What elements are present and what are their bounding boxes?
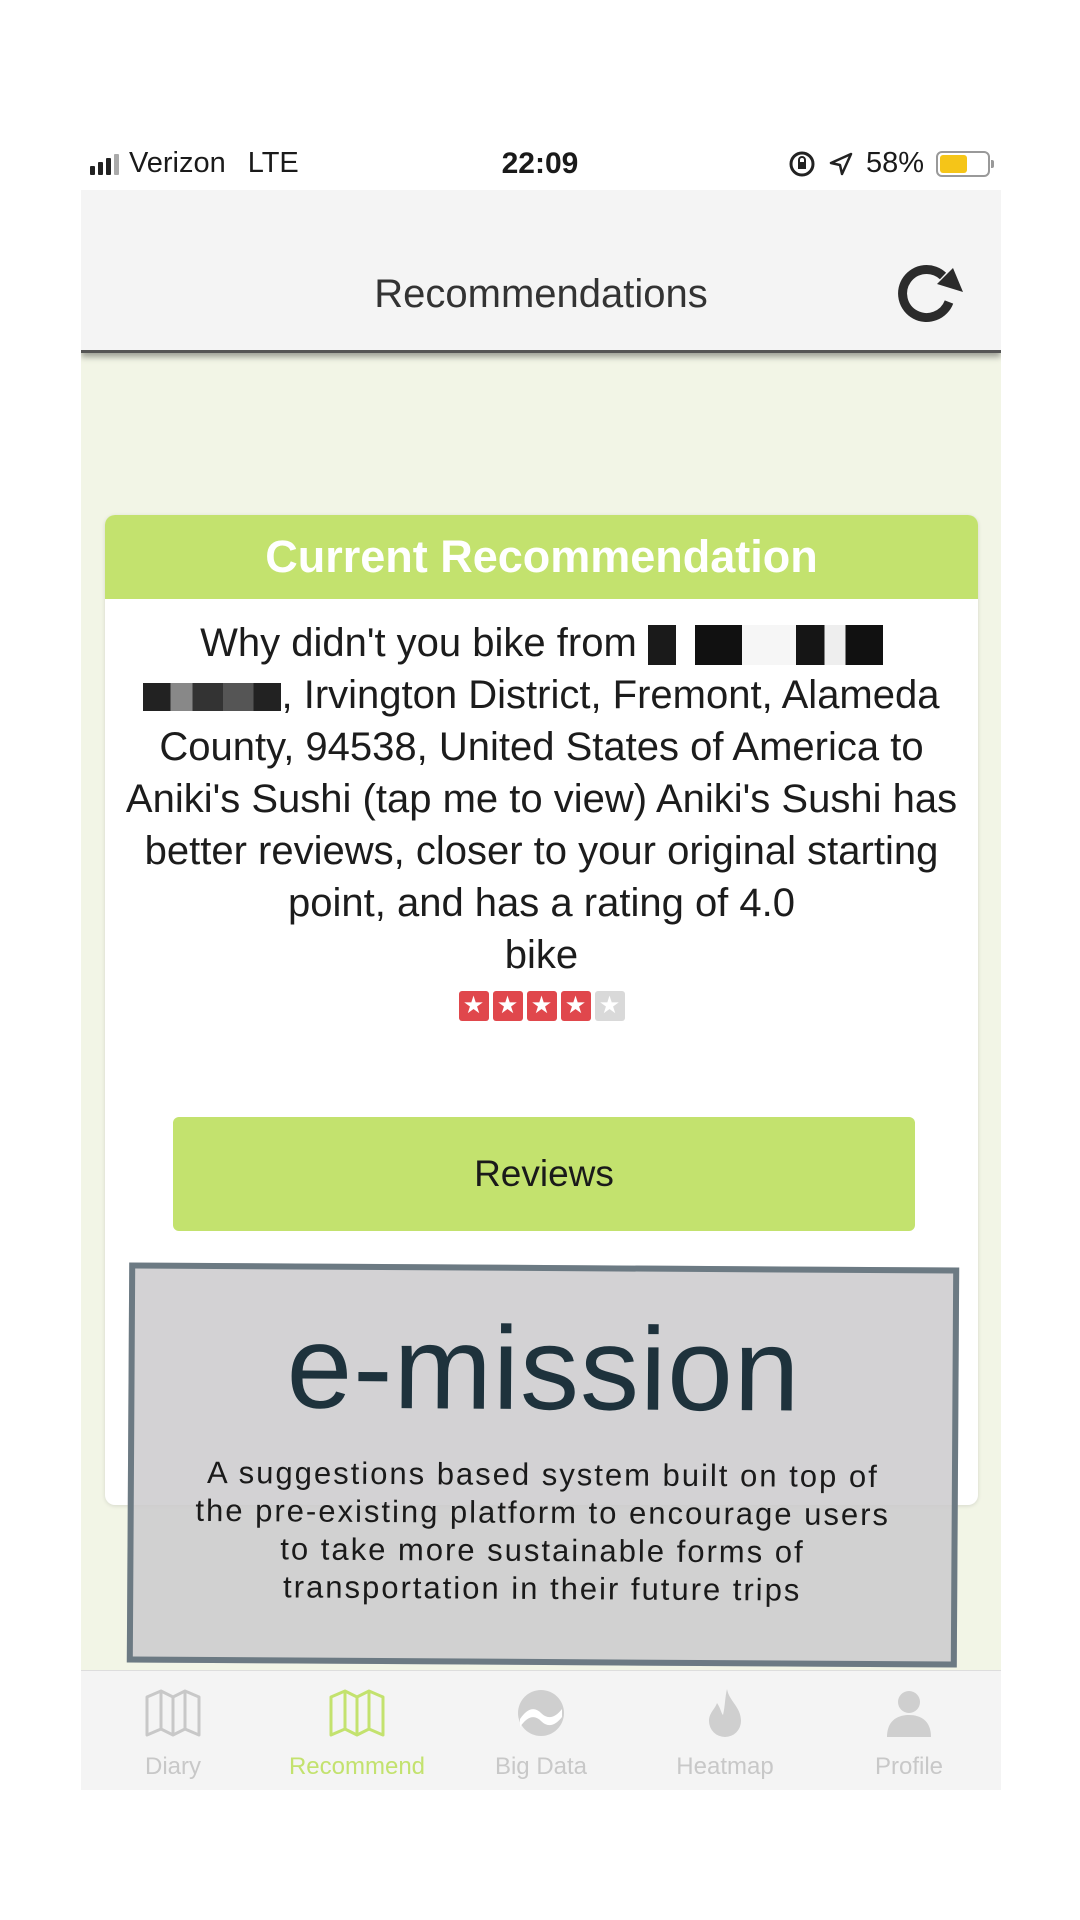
star-icon: ★ <box>458 991 489 1021</box>
tab-big-data[interactable]: Big Data <box>449 1671 633 1790</box>
location-icon <box>829 152 853 175</box>
card-title: Current Recommendation <box>105 515 978 599</box>
recommendation-text[interactable]: Why didn't you bike from , Irvington Dis… <box>105 599 978 1021</box>
page-title: Recommendations <box>374 272 708 316</box>
chart-icon <box>518 1690 564 1736</box>
star-icon: ★ <box>560 991 591 1021</box>
orientation-lock-icon <box>789 151 815 176</box>
tab-bar: Diary Recommend Big Data Heatmap Profile <box>81 1670 1001 1790</box>
map-icon <box>145 1689 201 1737</box>
status-bar: Verizon LTE 22:09 58% <box>90 145 994 187</box>
banner-description: A suggestions based system built on top … <box>195 1454 891 1608</box>
nav-header: Recommendations <box>81 190 1001 353</box>
battery-icon <box>936 150 994 177</box>
tab-label: Recommend <box>288 1753 426 1780</box>
travel-mode: bike <box>504 933 579 977</box>
battery-percent: 58% <box>865 147 924 179</box>
status-right: 58% <box>788 147 994 180</box>
tab-label: Big Data <box>494 1753 588 1780</box>
flame-icon <box>709 1689 741 1737</box>
redacted-address-2 <box>143 683 282 712</box>
tab-label: Profile <box>874 1753 944 1780</box>
tab-heatmap[interactable]: Heatmap <box>633 1671 817 1790</box>
tab-label: Diary <box>144 1753 201 1780</box>
tab-diary[interactable]: Diary <box>81 1671 265 1790</box>
star-icon: ★ <box>492 991 523 1021</box>
rating-stars: ★ ★ ★ ★ ★ <box>115 991 968 1021</box>
tab-recommend[interactable]: Recommend <box>265 1671 449 1790</box>
banner-title: e-mission <box>286 1301 801 1437</box>
recommendation-line-1: Why didn't you bike from <box>200 621 637 665</box>
star-icon: ★ <box>526 991 557 1021</box>
refresh-icon[interactable] <box>893 262 965 326</box>
reviews-button[interactable]: Reviews <box>173 1117 915 1231</box>
map-icon <box>329 1689 385 1737</box>
e-mission-banner: e-mission A suggestions based system bui… <box>126 1262 960 1668</box>
tab-label: Heatmap <box>676 1753 774 1780</box>
star-empty-icon: ★ <box>594 991 625 1021</box>
tab-profile[interactable]: Profile <box>817 1671 1001 1790</box>
redacted-address <box>647 625 883 666</box>
user-icon <box>887 1691 931 1737</box>
